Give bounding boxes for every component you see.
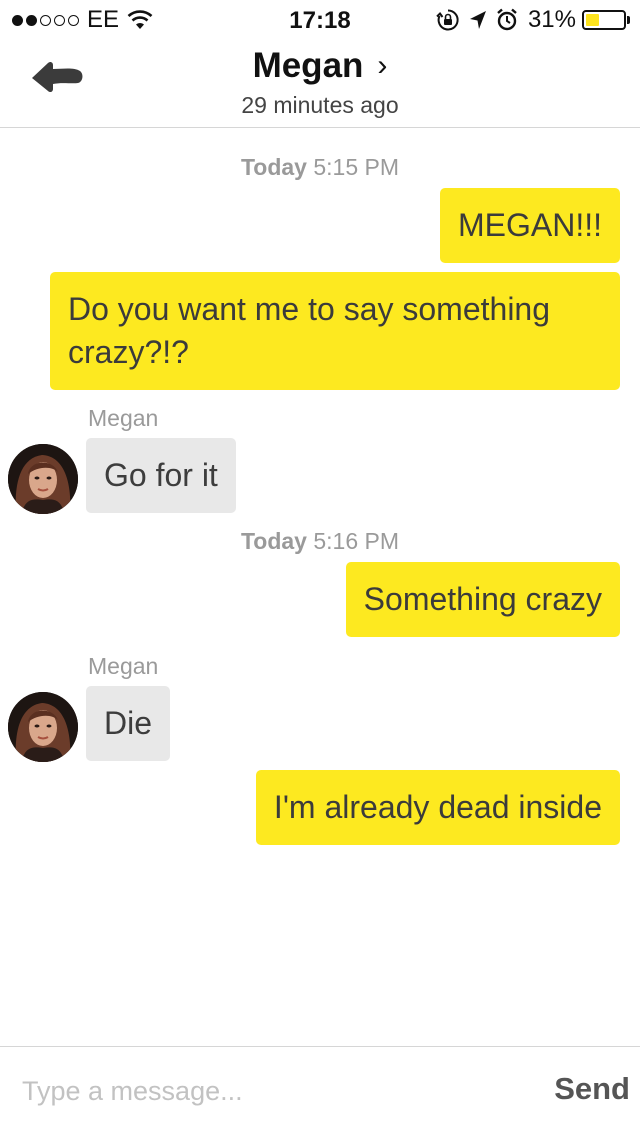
- avatar[interactable]: [8, 444, 78, 514]
- outgoing-message[interactable]: I'm already dead inside: [255, 770, 620, 845]
- incoming-message[interactable]: Die: [86, 686, 171, 761]
- message-composer: Send: [0, 1046, 640, 1136]
- last-seen-status: 29 minutes ago: [241, 92, 399, 118]
- avatar-photo: [8, 444, 78, 514]
- outgoing-message[interactable]: Do you want me to say something crazy?!?: [50, 272, 620, 390]
- battery-level-fill: [586, 14, 599, 26]
- contact-name-button[interactable]: Megan ›: [0, 46, 640, 86]
- rotation-lock-icon: [436, 9, 459, 31]
- send-button[interactable]: Send: [554, 1071, 630, 1107]
- message-input[interactable]: [22, 1071, 502, 1111]
- contact-name: Megan: [252, 46, 364, 85]
- alarm-icon: [497, 8, 517, 31]
- sender-name: Megan: [88, 405, 159, 431]
- sender-name: Megan: [88, 653, 159, 679]
- timestamp: Today 5:15 PM: [240, 154, 400, 180]
- status-bar: EE 17:18 31%: [0, 0, 640, 40]
- outgoing-message[interactable]: MEGAN!!!: [439, 188, 620, 263]
- location-arrow-icon: [469, 11, 486, 29]
- battery-tip: [627, 16, 630, 24]
- chevron-right-icon: ›: [377, 49, 388, 82]
- status-bar-right: 31%: [428, 6, 630, 33]
- avatar[interactable]: [8, 692, 78, 762]
- incoming-message[interactable]: Go for it: [86, 438, 236, 513]
- chat-header: Megan › 29 minutes ago: [0, 40, 640, 128]
- outgoing-message[interactable]: Something crazy: [345, 562, 620, 637]
- battery-icon: [582, 10, 626, 30]
- avatar-photo: [8, 692, 78, 762]
- timestamp: Today 5:16 PM: [240, 528, 400, 554]
- battery-percent: 31%: [527, 6, 576, 33]
